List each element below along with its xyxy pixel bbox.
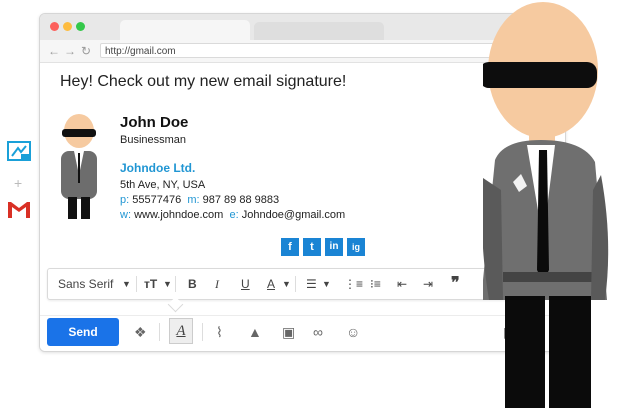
underline-icon[interactable]: U xyxy=(241,276,250,292)
maximize-dot[interactable] xyxy=(76,22,85,31)
instagram-icon[interactable]: ig xyxy=(347,238,365,256)
indent-more-icon[interactable]: ⇥ xyxy=(423,276,433,292)
gmail-icon xyxy=(8,202,30,218)
align-icon[interactable]: ☰ xyxy=(306,276,317,292)
chevron-down-icon[interactable]: ▼ xyxy=(163,276,172,292)
attach-icon[interactable]: ⌇ xyxy=(216,324,223,340)
toolbar-divider xyxy=(136,276,137,292)
formatting-options-icon[interactable]: A xyxy=(169,318,193,344)
font-select[interactable]: Sans Serif xyxy=(58,276,113,292)
email-link[interactable]: Johndoe@gmail.com xyxy=(242,209,346,221)
phone-value: 55577476 xyxy=(132,194,182,206)
minimize-dot[interactable] xyxy=(63,22,72,31)
signature-avatar xyxy=(61,114,97,219)
format-toolbar: Sans Serif ▼ тT ▼ B I U A ▼ ☰ ▼ ⋮≡ ⁝≡ ⇤ … xyxy=(47,268,511,300)
dropbox-icon[interactable]: ❖ xyxy=(134,324,147,340)
back-icon[interactable]: ← xyxy=(48,43,60,59)
emoji-icon[interactable]: ☺ xyxy=(346,324,360,340)
signature-address: 5th Ave, NY, USA xyxy=(120,179,206,191)
linkedin-icon[interactable]: in xyxy=(325,238,343,256)
website-link[interactable]: www.johndoe.com xyxy=(134,209,223,221)
close-dot[interactable] xyxy=(50,22,59,31)
action-divider xyxy=(202,323,203,341)
chevron-down-icon[interactable]: ▼ xyxy=(322,276,331,292)
mobile-label: m: xyxy=(187,194,200,206)
drive-icon[interactable]: ▲ xyxy=(248,324,262,340)
toolbar-divider xyxy=(175,276,176,292)
mobile-value: 987 89 88 9883 xyxy=(202,194,280,206)
browser-tab[interactable] xyxy=(120,20,250,40)
bulleted-list-icon[interactable]: ⁝≡ xyxy=(370,276,381,292)
signature-name: John Doe xyxy=(120,114,189,131)
twitter-icon[interactable]: t xyxy=(303,238,321,256)
browser-tab-new[interactable] xyxy=(254,22,384,40)
text-color-icon[interactable]: A xyxy=(267,276,275,292)
signature-phones: p: 55577476 m: 987 89 88 9883 xyxy=(120,194,279,206)
email-label: e: xyxy=(229,209,239,221)
signature-title: Businessman xyxy=(120,134,187,146)
phone-label: p: xyxy=(120,194,130,206)
reload-icon[interactable]: ↻ xyxy=(81,43,91,59)
photo-icon[interactable]: ▣ xyxy=(282,324,295,340)
text-size-icon[interactable]: тT xyxy=(144,276,157,292)
chevron-down-icon[interactable]: ▼ xyxy=(122,276,131,292)
signature-company[interactable]: Johndoe Ltd. xyxy=(120,161,195,175)
email-heading: Hey! Check out my new email signature! xyxy=(60,73,347,90)
forward-icon[interactable]: → xyxy=(64,43,76,59)
link-icon[interactable]: ∞ xyxy=(313,324,323,340)
toolbar-divider xyxy=(295,276,296,292)
indent-less-icon[interactable]: ⇤ xyxy=(397,276,407,292)
quote-icon[interactable]: ❞ xyxy=(451,276,460,292)
website-label: w: xyxy=(120,209,131,221)
facebook-icon[interactable]: f xyxy=(281,238,299,256)
plus-icon: + xyxy=(14,175,23,191)
chevron-down-icon[interactable]: ▼ xyxy=(282,276,291,292)
italic-icon[interactable]: I xyxy=(215,276,219,292)
mascot-figure xyxy=(483,2,609,408)
signature-web: w: www.johndoe.com e: Johndoe@gmail.com xyxy=(120,209,345,221)
send-button[interactable]: Send xyxy=(47,318,119,346)
action-divider xyxy=(159,323,160,341)
numbered-list-icon[interactable]: ⋮≡ xyxy=(344,276,363,292)
bold-icon[interactable]: B xyxy=(188,276,197,292)
